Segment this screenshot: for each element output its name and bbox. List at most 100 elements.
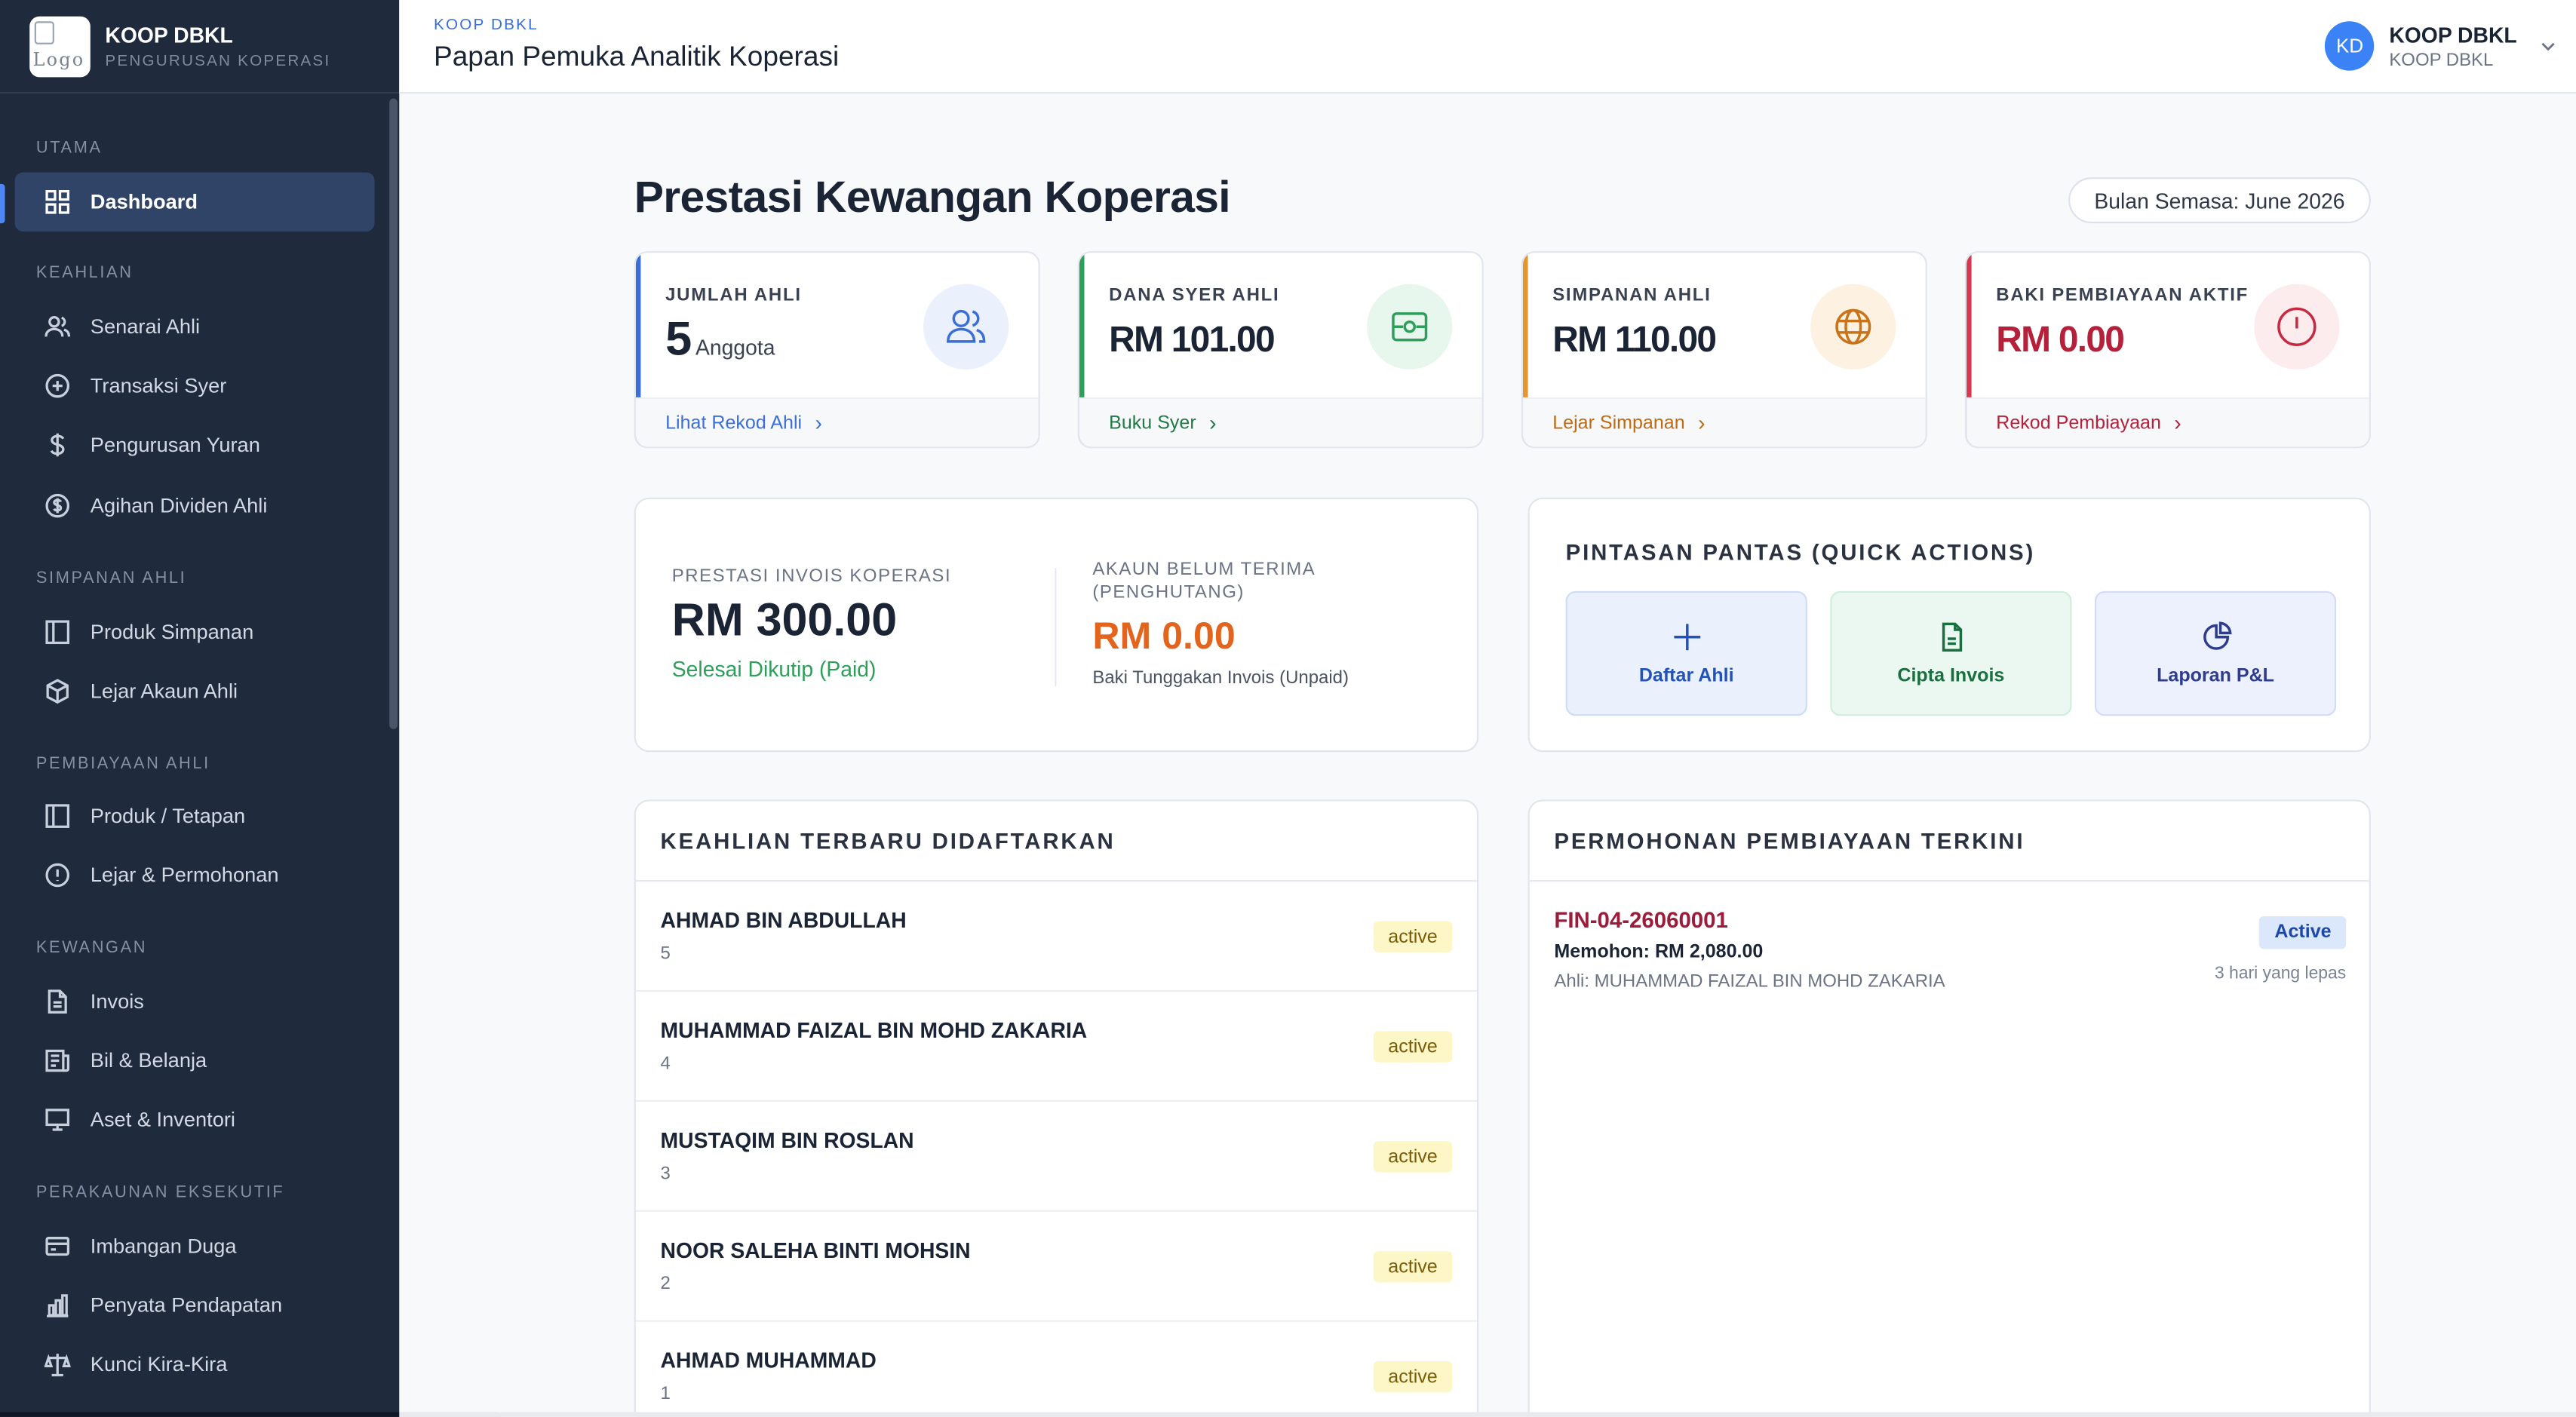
grid-icon — [43, 188, 71, 216]
sidebar-scrollbar[interactable] — [389, 98, 398, 729]
sidebar-item-label: Agihan Dividen Ahli — [90, 494, 268, 517]
nav-section-pembiayaan-ahli: PEMBIAYAAN AHLI — [35, 755, 210, 774]
sidebar-item-label: Dashboard — [90, 190, 198, 214]
invoice-paid-status: Selesai Dikutip (Paid) — [671, 656, 877, 682]
sidebar-item-agihan-dividen[interactable]: Agihan Dividen Ahli — [15, 476, 375, 535]
user-org: KOOP DBKL — [2389, 50, 2494, 70]
nav-section-simpanan-ahli: SIMPANAN AHLI — [35, 569, 187, 588]
globe-icon — [1810, 284, 1896, 370]
member-number: 1 — [660, 1384, 671, 1404]
member-number: 5 — [660, 943, 671, 965]
sidebar-item-bil-belanja[interactable]: Bil & Belanja — [15, 1031, 375, 1090]
receivable-note: Baki Tunggakan Invois (Unpaid) — [1092, 668, 1349, 689]
page-title: Prestasi Kewangan Koperasi — [634, 172, 1231, 222]
member-number: 2 — [660, 1274, 671, 1294]
sidebar-item-label: Produk / Tetapan — [90, 804, 246, 828]
financing-member: Ahli: MUHAMMAD FAIZAL BIN MOHD ZAKARIA — [1554, 971, 1945, 992]
sidebar-item-label: Invois — [90, 989, 144, 1014]
table-row[interactable]: MUSTAQIM BIN ROSLAN 3 active — [635, 1102, 1478, 1212]
breadcrumb[interactable]: KOOP DBKL — [434, 17, 539, 35]
sidebar-item-aset-inventori[interactable]: Aset & Inventori — [15, 1090, 375, 1149]
latest-financing-title: PERMOHONAN PEMBIAYAAN TERKINI — [1529, 802, 2369, 882]
plus-icon — [1673, 624, 1700, 651]
stat-label: JUMLAH AHLI — [665, 285, 802, 305]
member-name: NOOR SALEHA BINTI MOHSIN — [660, 1238, 971, 1263]
pie-chart-icon — [2203, 621, 2231, 650]
stat-card-savings: SIMPANAN AHLI RM 110.00 Lejar Simpanan › — [1521, 251, 1927, 449]
status-badge: Active — [2259, 916, 2347, 949]
stat-link-members[interactable]: Lihat Rekod Ahli › — [635, 397, 1039, 447]
financing-id-link[interactable]: FIN-04-26060001 — [1554, 908, 1727, 933]
sidebar-item-transaksi-syer[interactable]: Transaksi Syer — [15, 356, 375, 415]
dollar-icon — [43, 431, 71, 459]
sidebar-item-kunci-kira-kira[interactable]: Kunci Kira-Kira — [15, 1335, 375, 1394]
table-row[interactable]: AHMAD BIN ABDULLAH 5 active — [635, 882, 1478, 992]
page-header-title: Papan Pemuka Analitik Koperasi — [433, 41, 840, 72]
document-icon — [1941, 622, 1962, 652]
latest-members-card: KEAHLIAN TERBARU DIDAFTARKAN AHMAD BIN A… — [634, 799, 1479, 1417]
dollar-circle-icon — [43, 492, 71, 520]
sidebar-item-invois[interactable]: Invois — [15, 972, 375, 1031]
member-name: AHMAD BIN ABDULLAH — [660, 908, 907, 933]
sidebar-item-label: Aset & Inventori — [90, 1108, 235, 1132]
stat-link-financing[interactable]: Rekod Pembiayaan › — [1967, 397, 2369, 447]
stat-link-savings[interactable]: Lejar Simpanan › — [1523, 397, 1926, 447]
status-badge: active — [1373, 1360, 1453, 1393]
brand[interactable]: Logo KOOP DBKL PENGURUSAN KOPERASI — [0, 0, 400, 94]
logo-alt-text: Logo — [32, 48, 85, 70]
member-number: 4 — [660, 1054, 671, 1074]
financing-amount: Memohon: RM 2,080.00 — [1554, 942, 1764, 962]
receivable-label: AKAUN BELUM TERIMA — [1092, 560, 1316, 580]
financing-time: 3 hari yang lepas — [2214, 964, 2347, 984]
user-menu[interactable]: KD KOOP DBKL KOOP DBKL — [2325, 21, 2556, 71]
stat-link-share-fund[interactable]: Buku Syer › — [1079, 397, 1482, 447]
horizontal-scrollbar[interactable] — [399, 1412, 2576, 1417]
chevron-right-icon: › — [815, 410, 823, 435]
quick-actions-title: PINTASAN PANTAS (QUICK ACTIONS) — [1565, 540, 2036, 565]
stat-card-members: JUMLAH AHLI 5 Anggota Lihat Rekod Ahli › — [634, 251, 1040, 449]
sidebar-item-label: Lejar & Permohonan — [90, 863, 279, 887]
chevron-down-icon[interactable] — [2540, 38, 2556, 54]
nav-section-utama: UTAMA — [35, 140, 103, 158]
panel-icon — [43, 802, 71, 830]
sidebar-item-label: Penyata Pendapatan — [90, 1293, 283, 1317]
sidebar-item-label: Imbangan Duga — [90, 1235, 237, 1258]
user-name: KOOP DBKL — [2389, 22, 2517, 48]
sidebar-item-pengurusan-yuran[interactable]: Pengurusan Yuran — [15, 416, 375, 474]
stat-value: RM 0.00 — [1996, 318, 2125, 360]
member-name: MUHAMMAD FAIZAL BIN MOHD ZAKARIA — [660, 1017, 1088, 1043]
sidebar-item-produk-tetapan[interactable]: Produk / Tetapan — [15, 787, 375, 845]
member-number: 3 — [660, 1164, 671, 1184]
sidebar-item-dashboard[interactable]: Dashboard — [14, 172, 375, 232]
plus-circle-icon — [43, 372, 71, 400]
document-icon — [43, 988, 71, 1016]
member-name: MUSTAQIM BIN ROSLAN — [660, 1127, 914, 1153]
register-member-button[interactable]: Daftar Ahli — [1565, 590, 1807, 716]
create-invoice-button[interactable]: Cipta Invois — [1830, 590, 2072, 716]
table-row[interactable]: AHMAD MUHAMMAD 1 active — [636, 1322, 1477, 1417]
avatar[interactable]: KD — [2325, 21, 2375, 71]
receivable-value: RM 0.00 — [1092, 614, 1236, 657]
table-row[interactable]: NOOR SALEHA BINTI MOHSIN 2 active — [635, 1212, 1478, 1322]
stat-value: RM 101.00 — [1109, 318, 1275, 360]
sidebar-item-senarai-ahli[interactable]: Senarai Ahli — [15, 297, 375, 356]
top-header: KOOP DBKL Papan Pemuka Analitik Koperasi… — [399, 0, 2576, 94]
sidebar-item-label: Kunci Kira-Kira — [90, 1353, 228, 1376]
sidebar-item-lejar-permohonan[interactable]: Lejar & Permohonan — [15, 845, 375, 904]
pl-report-button[interactable]: Laporan P&L — [2094, 590, 2337, 716]
table-row[interactable]: MUHAMMAD FAIZAL BIN MOHD ZAKARIA 4 activ… — [635, 992, 1478, 1102]
sidebar-item-label: Pengurusan Yuran — [90, 433, 260, 457]
sidebar-item-imbangan-duga[interactable]: Imbangan Duga — [15, 1216, 375, 1275]
sidebar-item-label: Bil & Belanja — [90, 1049, 207, 1072]
stat-label: BAKI PEMBIAYAAN AKTIF — [1996, 285, 2249, 305]
latest-financing-card: PERMOHONAN PEMBIAYAAN TERKINI FIN-04-260… — [1527, 799, 2371, 1417]
sidebar-item-penyata-pendapatan[interactable]: Penyata Pendapatan — [15, 1276, 375, 1335]
status-badge: active — [1373, 921, 1453, 952]
chevron-right-icon: › — [2174, 410, 2181, 435]
nav-section-perakaunan-eksekutif: PERAKAUNAN EKSEKUTIF — [35, 1183, 285, 1202]
invoice-value: RM 300.00 — [671, 594, 898, 646]
sidebar-item-produk-simpanan[interactable]: Produk Simpanan — [15, 603, 375, 661]
status-badge: active — [1373, 1031, 1453, 1063]
sidebar-item-lejar-akaun-ahli[interactable]: Lejar Akaun Ahli — [15, 661, 375, 720]
stat-label: SIMPANAN AHLI — [1552, 285, 1712, 305]
